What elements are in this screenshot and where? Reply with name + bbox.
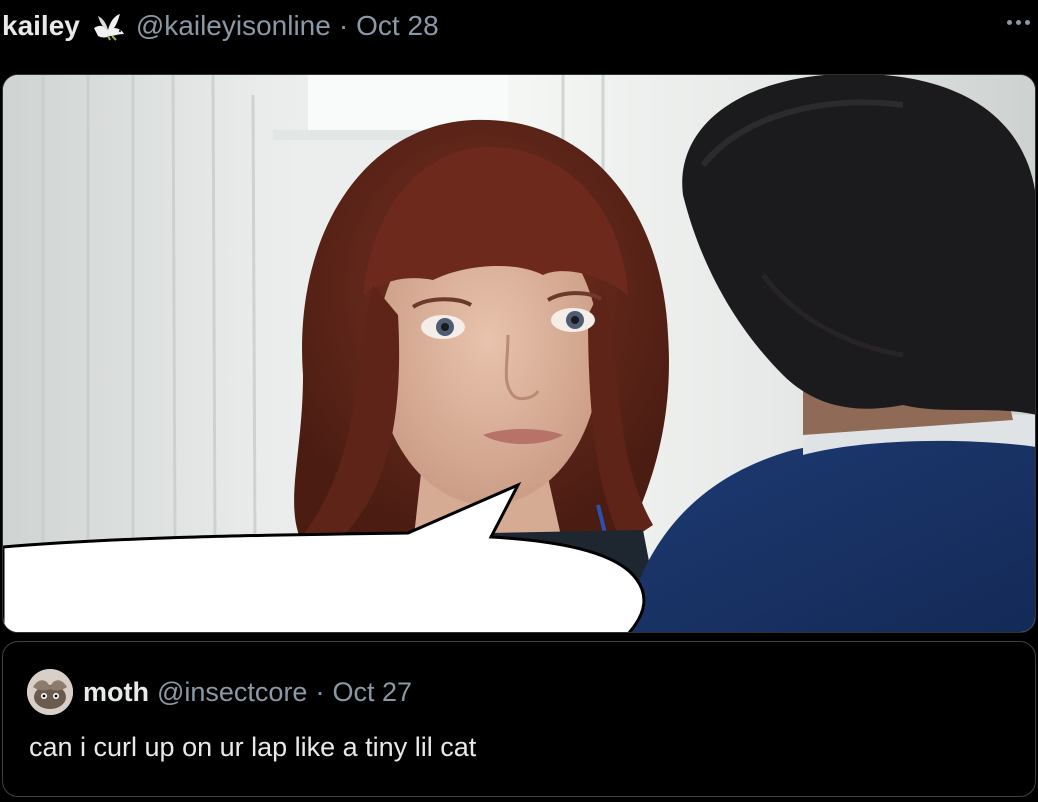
quoted-tweet-header: moth @insectcore · Oct 27	[27, 669, 412, 715]
tweet-image[interactable]	[2, 74, 1036, 633]
quoted-author-display-name[interactable]: moth	[83, 677, 149, 708]
tweet[interactable]: kailey @kaileyisonline · Oct 28 moth @in…	[0, 0, 1038, 802]
quoted-header-separator: ·	[315, 676, 325, 707]
movie-still-illustration	[3, 75, 1035, 632]
author-display-name[interactable]: kailey	[2, 10, 80, 42]
author-handle[interactable]: @kaileyisonline	[136, 10, 331, 42]
quoted-tweet-text: can i curl up on ur lap like a tiny lil …	[29, 732, 477, 762]
tweet-date[interactable]: Oct 28	[356, 10, 438, 42]
quoted-tweet[interactable]: moth @insectcore · Oct 27 can i curl up …	[2, 641, 1036, 797]
ellipsis-icon[interactable]	[1002, 12, 1034, 32]
quoted-tweet-date[interactable]: Oct 27	[332, 677, 412, 708]
dove-icon	[90, 10, 126, 42]
tweet-header: kailey @kaileyisonline · Oct 28	[2, 8, 439, 44]
header-separator: ·	[338, 10, 349, 41]
quoted-author-handle[interactable]: @insectcore	[157, 677, 307, 708]
avatar[interactable]	[27, 669, 73, 715]
